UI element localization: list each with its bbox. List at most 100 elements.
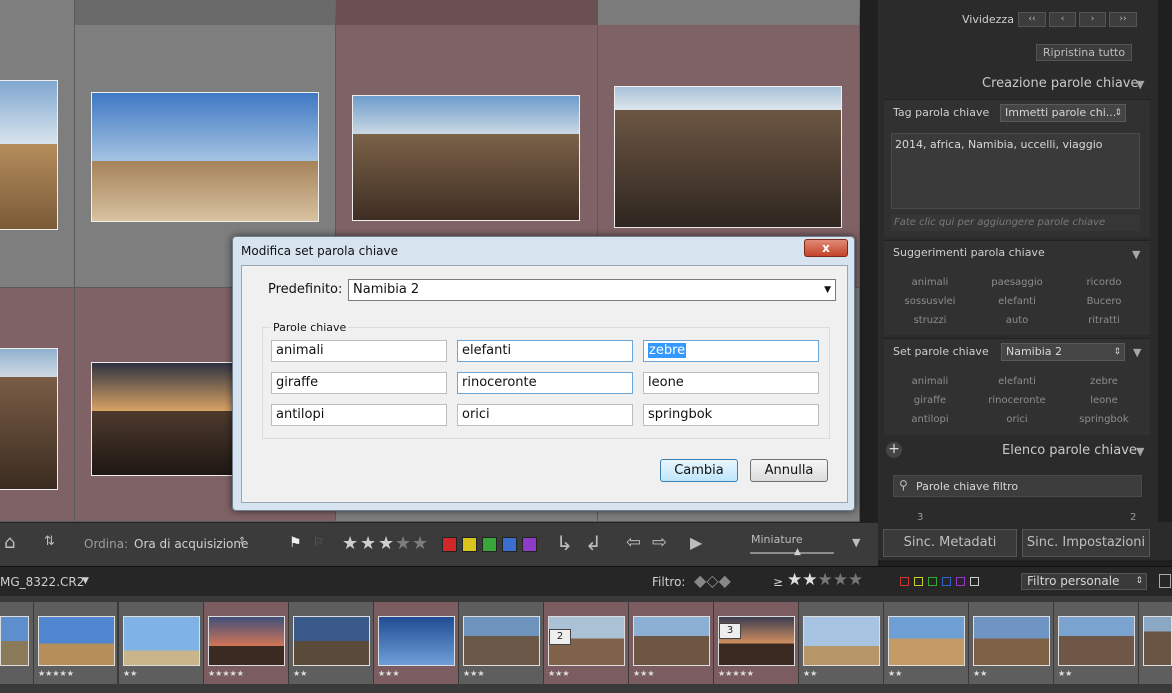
keyword-field-9[interactable]: springbok <box>643 404 819 426</box>
cancel-button[interactable]: Annulla <box>750 459 828 482</box>
filmstrip-thumbnail[interactable] <box>1058 616 1135 666</box>
vividness-decrease-button[interactable]: ‹ <box>1049 12 1076 27</box>
filmstrip-thumbnail[interactable] <box>378 616 455 666</box>
rating-filter-stars[interactable]: ★★★★★ <box>787 570 863 590</box>
color-label-red[interactable] <box>442 537 457 552</box>
stack-count-badge[interactable]: 3 <box>719 623 741 639</box>
keyword-field-4[interactable]: giraffe <box>271 372 447 394</box>
vividness-increase-large-button[interactable]: ›› <box>1109 12 1137 27</box>
filmstrip-thumbnail[interactable] <box>208 616 285 666</box>
keyword-tags-textarea[interactable]: 2014, africa, Namibia, uccelli, viaggio <box>891 133 1140 209</box>
grid-cell[interactable] <box>0 0 75 288</box>
suggestion-keyword[interactable]: elefanti <box>975 296 1059 307</box>
rotate-right-icon[interactable]: ↲ <box>585 531 602 555</box>
photo-thumbnail[interactable] <box>0 348 58 490</box>
vividness-increase-button[interactable]: › <box>1079 12 1106 27</box>
color-filter-green[interactable] <box>928 577 937 586</box>
filmstrip-item[interactable] <box>0 602 33 684</box>
slider-handle-icon[interactable]: ▲ <box>794 547 801 557</box>
filmstrip-item[interactable]: ★★★★★ <box>34 602 117 684</box>
sort-value[interactable]: Ora di acquisizione <box>134 537 248 551</box>
reset-all-button[interactable]: Ripristina tutto <box>1036 44 1132 61</box>
photo-thumbnail[interactable] <box>352 95 580 221</box>
filmstrip-thumbnail[interactable] <box>803 616 880 666</box>
color-label-blue[interactable] <box>502 537 517 552</box>
filmstrip-item[interactable]: ★★ <box>289 602 373 684</box>
keyword-set-dropdown[interactable]: Namibia 2 ⇕ <box>1001 343 1125 361</box>
filmstrip-item[interactable]: ★★★ <box>459 602 543 684</box>
filmstrip-thumbnail[interactable] <box>463 616 540 666</box>
keyword-set-item[interactable]: leone <box>1062 395 1146 406</box>
rotate-left-icon[interactable]: ↳ <box>556 531 573 555</box>
rating-star-icon[interactable]: ★ <box>360 533 376 554</box>
keyword-field-1[interactable]: animali <box>271 340 447 362</box>
suggestion-keyword[interactable]: auto <box>975 315 1059 326</box>
keyword-field-7[interactable]: antilopi <box>271 404 447 426</box>
panel-scrollbar[interactable] <box>1158 0 1172 522</box>
keyword-set-item[interactable]: giraffe <box>888 395 972 406</box>
filmstrip-thumbnail[interactable] <box>1143 616 1172 666</box>
filmstrip-thumbnail[interactable] <box>973 616 1050 666</box>
suggestion-keyword[interactable]: struzzi <box>888 315 972 326</box>
keyword-field-5[interactable]: rinoceronte <box>457 372 633 394</box>
collapse-triangle-icon[interactable]: ▼ <box>1136 78 1144 91</box>
suggestion-keyword[interactable]: Bucero <box>1062 296 1146 307</box>
keyword-set-item[interactable]: elefanti <box>975 376 1059 387</box>
updown-arrows-icon[interactable]: ⇕ <box>238 536 246 547</box>
rating-gte-symbol[interactable]: ≥ <box>773 575 783 589</box>
sort-direction-icon[interactable]: ⇅ <box>44 534 55 549</box>
spray-can-icon[interactable]: ⌂ <box>4 532 15 553</box>
filmstrip-item[interactable]: ★★ <box>969 602 1053 684</box>
suggestion-keyword[interactable]: ricordo <box>1062 277 1146 288</box>
rating-star-icon[interactable]: ★ <box>378 533 394 554</box>
keyword-set-item[interactable]: antilopi <box>888 414 972 425</box>
filter-preset-dropdown[interactable]: Filtro personale ⇕ <box>1021 573 1147 590</box>
flag-filter-icon[interactable]: ◆◇◆ <box>694 571 731 590</box>
grid-cell[interactable] <box>0 288 75 522</box>
color-label-purple[interactable] <box>522 537 537 552</box>
collapse-triangle-icon[interactable]: ▼ <box>1132 248 1140 261</box>
keyword-set-item[interactable]: zebre <box>1062 376 1146 387</box>
suggestion-keyword[interactable]: sossusvlei <box>888 296 972 307</box>
chevron-down-icon[interactable]: ▼ <box>82 576 89 586</box>
play-slideshow-icon[interactable]: ▶ <box>690 533 702 552</box>
add-keyword-plus-icon[interactable]: + <box>886 442 902 458</box>
keyword-field-8[interactable]: orici <box>457 404 633 426</box>
photo-thumbnail[interactable] <box>91 92 319 222</box>
sync-metadata-button[interactable]: Sinc. Metadati <box>883 529 1017 557</box>
photo-thumbnail[interactable] <box>614 86 842 228</box>
filter-lock-icon[interactable] <box>1159 574 1171 588</box>
filmstrip-item[interactable]: ★★★ <box>374 602 458 684</box>
filmstrip-item[interactable]: ★★ <box>884 602 968 684</box>
previous-arrow-icon[interactable]: ⇦ <box>626 532 641 553</box>
reject-flag-icon[interactable]: ⚐ <box>313 535 324 549</box>
filmstrip-item[interactable]: ★★ <box>799 602 883 684</box>
keyword-set-item[interactable]: springbok <box>1062 414 1146 425</box>
collapse-triangle-icon[interactable]: ▼ <box>1136 445 1144 458</box>
color-filter[interactable] <box>900 577 990 587</box>
filmstrip-item[interactable] <box>1139 602 1172 684</box>
filmstrip-thumbnail[interactable] <box>293 616 370 666</box>
current-filename[interactable]: MG_8322.CR2 <box>0 575 84 589</box>
change-button[interactable]: Cambia <box>660 459 738 482</box>
color-label-green[interactable] <box>482 537 497 552</box>
suggestion-keyword[interactable]: ritratti <box>1062 315 1146 326</box>
filmstrip-item[interactable]: ★★ <box>1054 602 1138 684</box>
color-filter-red[interactable] <box>900 577 909 586</box>
filmstrip-thumbnail[interactable] <box>38 616 115 666</box>
stack-count-badge[interactable]: 2 <box>549 629 571 645</box>
filmstrip-item[interactable]: ★★ <box>119 602 203 684</box>
keywording-section-title[interactable]: Creazione parole chiave <box>982 76 1139 91</box>
filmstrip-thumbnail[interactable] <box>123 616 200 666</box>
flag-icon[interactable]: ⚑ <box>289 535 302 551</box>
close-button[interactable]: x <box>804 239 848 257</box>
keyword-field-3[interactable]: zebre <box>643 340 819 362</box>
keyword-set-item[interactable]: rinoceronte <box>975 395 1059 406</box>
next-arrow-icon[interactable]: ⇨ <box>652 532 667 553</box>
keyword-field-6[interactable]: leone <box>643 372 819 394</box>
chevron-down-icon[interactable]: ▼ <box>852 536 860 549</box>
photo-thumbnail[interactable] <box>0 80 58 230</box>
color-filter-blue[interactable] <box>942 577 951 586</box>
keyword-tags-dropdown[interactable]: Immetti parole chi... ⇕ <box>1000 104 1126 122</box>
filmstrip-item[interactable]: 3 ★★★★★ <box>714 602 798 684</box>
